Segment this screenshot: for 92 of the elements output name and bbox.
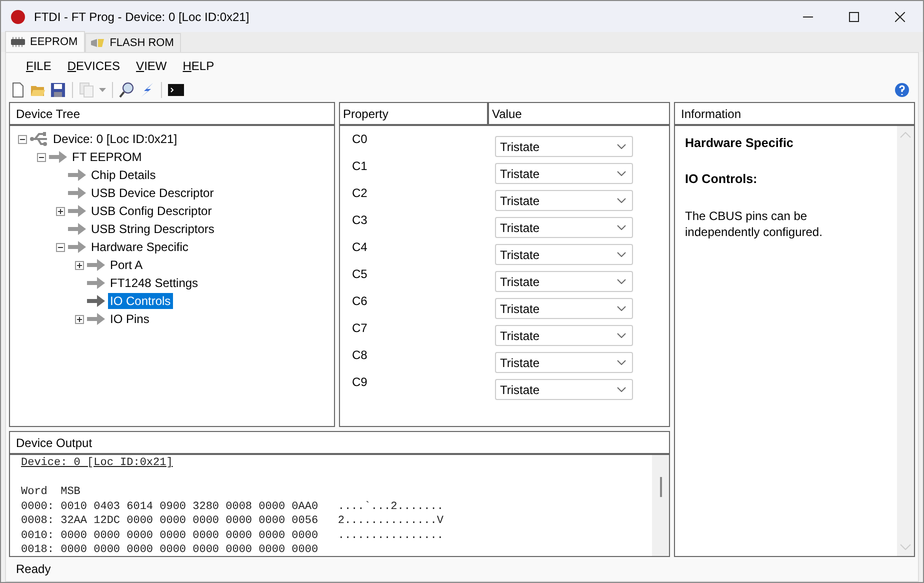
- tree-item[interactable]: Device: 0 [Loc ID:0x21]: [51, 131, 180, 147]
- info-text: The CBUS pins can be independently configured.: [685, 208, 824, 240]
- chevron-down-icon: [617, 144, 626, 149]
- arrow-icon: [68, 241, 86, 253]
- arrow-icon: [87, 277, 105, 289]
- arrow-icon: [87, 295, 105, 307]
- arrow-icon: [68, 187, 86, 199]
- property-name: C5: [352, 267, 368, 283]
- property-name: C7: [352, 321, 368, 337]
- arrow-icon: [87, 313, 105, 325]
- arrow-icon: [87, 259, 105, 271]
- expand-icon[interactable]: [75, 260, 84, 270]
- property-name: C6: [352, 294, 368, 310]
- scroll-thumb[interactable]: [660, 477, 662, 497]
- output-line: 0010: 0000 0000 0000 0000 0000 0000 0000 0000 ................: [21, 528, 444, 543]
- tree-item[interactable]: FT EEPROM: [70, 149, 144, 165]
- expand-icon[interactable]: [56, 206, 65, 216]
- panel-title: Information: [680, 106, 742, 122]
- property-name: C3: [352, 213, 368, 229]
- value-dropdown[interactable]: Tristate: [495, 244, 633, 265]
- status-text: Ready: [16, 562, 51, 576]
- tree-item[interactable]: USB Config Descriptor: [89, 203, 214, 219]
- value-dropdown[interactable]: Tristate: [495, 163, 633, 184]
- expand-icon[interactable]: [75, 314, 84, 324]
- window-title: FTDI - FT Prog - Device: 0 [Loc ID:0x21]: [34, 10, 250, 24]
- output-line: Word MSB: [21, 485, 82, 500]
- tree-item[interactable]: FT1248 Settings: [108, 275, 200, 291]
- value-dropdown[interactable]: Tristate: [495, 190, 633, 211]
- output-line: 0018: 0000 0000 0000 0000 0000 0000 0000 0000: [21, 543, 320, 556]
- chevron-down-icon: [617, 306, 626, 311]
- value-dropdown[interactable]: Tristate: [495, 379, 633, 400]
- tab[interactable]: EEPROM: [5, 31, 85, 52]
- info-subheading: IO Controls:: [685, 172, 758, 186]
- value-dropdown[interactable]: Tristate: [495, 217, 633, 238]
- chevron-down-icon: [617, 360, 626, 365]
- chevron-down-icon: [617, 279, 626, 284]
- console-icon[interactable]: [168, 82, 184, 98]
- search-icon[interactable]: [119, 82, 135, 98]
- arrow-icon: [68, 169, 86, 181]
- value-dropdown[interactable]: Tristate: [495, 298, 633, 319]
- usb-icon: [30, 132, 48, 146]
- property-name: C4: [352, 240, 368, 256]
- info-heading: Hardware Specific: [685, 136, 794, 150]
- chevron-down-icon: [617, 198, 626, 203]
- arrow-icon: [49, 151, 67, 163]
- memory-icon: [90, 38, 106, 48]
- help-icon[interactable]: [894, 82, 910, 98]
- tree-item[interactable]: IO Controls: [108, 293, 173, 309]
- maximize-icon: [849, 12, 859, 22]
- caret-icon[interactable]: [99, 88, 106, 92]
- value-dropdown[interactable]: Tristate: [495, 325, 633, 346]
- output-line: 0000: 0010 0403 6014 0900 3280 0008 0000 0AA0 ....`...2.......: [21, 500, 444, 514]
- menu-item[interactable]: VIEW: [128, 59, 175, 77]
- tree-item[interactable]: USB Device Descriptor: [89, 185, 216, 201]
- menu-item[interactable]: HELP: [174, 59, 222, 77]
- property-name: C1: [352, 159, 368, 175]
- save-icon[interactable]: [50, 82, 66, 98]
- collapse-icon[interactable]: [37, 152, 46, 162]
- panel-title: Device Output: [15, 434, 94, 452]
- tree-item[interactable]: IO Pins: [108, 311, 152, 327]
- close-icon: [895, 12, 905, 22]
- panel-title: Device Tree: [15, 106, 82, 122]
- chevron-down-icon: [617, 252, 626, 257]
- new-file-icon[interactable]: [10, 82, 26, 98]
- column-header: Property: [340, 103, 489, 124]
- arrow-icon: [68, 205, 86, 217]
- tree-item[interactable]: USB String Descriptors: [89, 221, 216, 237]
- menu-item[interactable]: FILE: [18, 59, 60, 77]
- property-name: C0: [352, 132, 368, 148]
- collapse-icon[interactable]: [18, 134, 27, 144]
- tree-item[interactable]: Chip Details: [89, 167, 158, 183]
- property-name: C9: [352, 375, 368, 391]
- device-link[interactable]: Device: 0 [Loc ID:0x21]: [21, 457, 173, 469]
- value-dropdown[interactable]: Tristate: [495, 352, 633, 373]
- property-name: C2: [352, 186, 368, 202]
- tree-item[interactable]: Port A: [108, 257, 145, 273]
- chevron-down-icon: [617, 333, 626, 338]
- value-dropdown[interactable]: Tristate: [495, 271, 633, 292]
- output-line: 0008: 32AA 12DC 0000 0000 0000 0000 0000 0056 2..............V: [21, 514, 444, 528]
- tree-item[interactable]: Hardware Specific: [89, 239, 190, 255]
- column-header: Value: [491, 106, 523, 122]
- chevron-down-icon: [617, 171, 626, 176]
- menu-item[interactable]: DEVICES: [59, 59, 128, 77]
- chip-icon: [10, 37, 26, 47]
- collapse-icon[interactable]: [56, 242, 65, 252]
- tab[interactable]: FLASH ROM: [84, 33, 181, 52]
- chevron-down-icon: [617, 225, 626, 230]
- property-name: C8: [352, 348, 368, 364]
- chevron-down-icon: [617, 387, 626, 392]
- value-dropdown[interactable]: Tristate: [495, 136, 633, 157]
- app-icon: [10, 8, 26, 24]
- arrow-icon: [68, 223, 86, 235]
